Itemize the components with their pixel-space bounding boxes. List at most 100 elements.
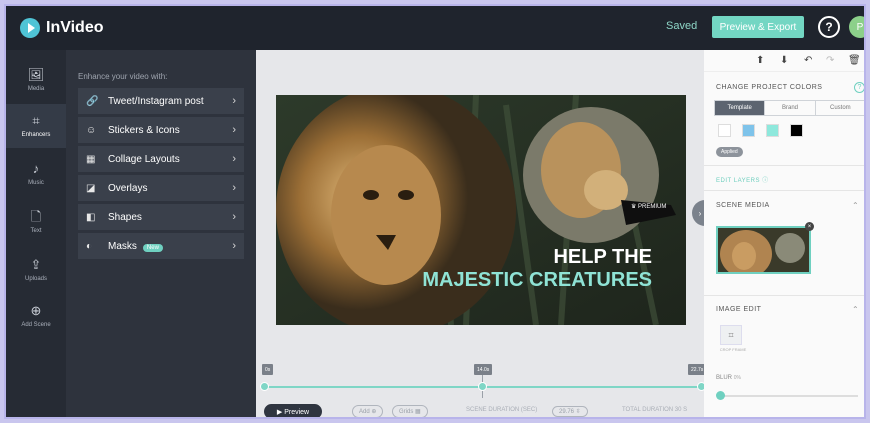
blur-slider-track[interactable]	[718, 395, 858, 397]
rail-media-label: Media	[27, 86, 45, 92]
app-name: InVideo	[46, 19, 104, 36]
applied-badge: Applied	[716, 147, 743, 157]
collage-icon: ▦	[86, 153, 96, 165]
rail-media[interactable]: 🖼 Media	[6, 58, 66, 102]
enhancer-stickers-icons[interactable]: ☺ Stickers & Icons ›	[78, 117, 244, 143]
enhancer-label: Overlays	[108, 182, 148, 194]
premium-badge: ♛ PREMIUM	[631, 204, 667, 210]
color-swatch-black[interactable]	[790, 124, 803, 137]
enhancers-icon: ⌗	[32, 113, 40, 128]
color-swatch-white[interactable]	[718, 124, 731, 137]
crop-icon[interactable]: ⌗	[720, 325, 742, 345]
enhancer-collage-layouts[interactable]: ▦ Collage Layouts ›	[78, 146, 244, 172]
edit-toolbar: ⬆ ⬇ ↶ ↷ 🗑	[704, 50, 864, 72]
layer-down-icon[interactable]: ⬇	[780, 55, 788, 66]
blur-label: BLUR 0%	[716, 375, 741, 381]
enhancer-label: Stickers & Icons	[108, 124, 180, 136]
enhancer-label: Tweet/Instagram post	[108, 95, 204, 107]
enhancer-overlays[interactable]: ◪ Overlays ›	[78, 175, 244, 201]
tab-template[interactable]: Template	[715, 101, 766, 115]
divider	[704, 165, 864, 166]
total-duration: TOTAL DURATION 30 S	[622, 407, 688, 413]
divider	[704, 190, 864, 191]
blur-value: 0%	[733, 375, 741, 381]
chevron-up-icon[interactable]: ⌃	[852, 305, 859, 314]
app-logo[interactable]: InVideo	[20, 18, 104, 38]
chevron-right-icon: ›	[232, 182, 236, 194]
scene-duration-label: SCENE DURATION (SEC)	[466, 407, 538, 413]
scene-duration-input[interactable]: 29.76 ⇳	[552, 406, 588, 417]
save-status: Saved	[666, 20, 698, 32]
app-window: InVideo Saved Preview & Export ? P 🖼 Med…	[4, 4, 866, 419]
add-button[interactable]: Add ⊕	[352, 405, 384, 417]
preview-export-button[interactable]: Preview & Export	[712, 16, 804, 38]
rail-music-label: Music	[28, 180, 44, 186]
preview-button[interactable]: ▶ Preview	[264, 404, 322, 417]
music-icon: ♪	[32, 161, 40, 176]
new-badge: New	[142, 243, 163, 252]
color-swatch-teal[interactable]	[766, 124, 779, 137]
link-icon: 🔗	[86, 95, 99, 107]
upload-icon: ⇪	[30, 257, 42, 272]
lion-thumbnail-image	[718, 228, 809, 272]
chevron-right-icon: ›	[232, 153, 236, 165]
chevron-up-icon[interactable]: ⌃	[852, 201, 859, 210]
crop-frame-label: CROP FRAME	[719, 347, 747, 352]
blur-slider-handle[interactable]	[716, 391, 725, 400]
layer-up-icon[interactable]: ⬆	[756, 55, 764, 66]
text-icon: 🗋	[30, 209, 42, 224]
tab-custom[interactable]: Custom	[816, 101, 864, 115]
remove-media-icon[interactable]: ×	[805, 222, 814, 231]
edit-layers-tabs[interactable]: EDIT LAYERS ⓘ	[716, 175, 769, 184]
mask-icon: ◐	[86, 240, 93, 252]
add-scene-icon: ⊕	[30, 303, 42, 318]
rail-uploads-label: Uploads	[24, 276, 47, 282]
chevron-right-icon: ›	[232, 211, 236, 223]
timeline-playhead[interactable]	[478, 382, 487, 391]
scene-headline-2[interactable]: MAJESTIC CREATURES	[422, 269, 652, 292]
redo-icon[interactable]: ↷	[826, 55, 834, 66]
delete-icon[interactable]: 🗑	[848, 55, 861, 66]
panel-heading: Enhance your video with:	[78, 72, 168, 81]
enhancer-shapes[interactable]: ◧ Shapes ›	[78, 204, 244, 230]
masks-label: Masks	[108, 240, 137, 252]
color-swatch-blue[interactable]	[742, 124, 755, 137]
info-icon[interactable]: ?	[854, 82, 864, 93]
left-rail: 🖼 Media ⌗ Enhancers ♪ Music 🗋 Text ⇪ Upl…	[6, 50, 66, 417]
stage-bottom-bar: ▶ Preview Add ⊕ Grids ▦ SCENE DURATION (…	[256, 402, 704, 417]
grids-button[interactable]: Grids ▦	[392, 405, 428, 417]
canvas-stage: ♛ PREMIUM HELP THE MAJESTIC CREATURES › …	[256, 50, 708, 417]
tab-brand[interactable]: Brand	[765, 101, 816, 115]
divider	[704, 295, 864, 296]
timeline-start-tag: 0s	[262, 364, 274, 375]
enhancer-masks[interactable]: ◐ Masks New ›	[78, 233, 244, 259]
timeline-start-handle[interactable]	[260, 382, 269, 391]
color-source-tabs: Template Brand Custom	[714, 100, 864, 116]
scene-headline-1[interactable]: HELP THE	[553, 246, 652, 269]
scene-media-thumbnail[interactable]	[716, 226, 811, 274]
enhancer-tweet-instagram[interactable]: 🔗 Tweet/Instagram post ›	[78, 88, 244, 114]
rail-music[interactable]: ♪ Music	[6, 152, 66, 196]
top-bar: InVideo Saved Preview & Export ? P	[6, 6, 864, 50]
rail-enhancers[interactable]: ⌗ Enhancers	[6, 104, 66, 148]
scene-media-title: SCENE MEDIA	[716, 202, 770, 209]
enhancer-label: Collage Layouts	[108, 153, 180, 165]
help-icon[interactable]: ?	[818, 16, 840, 38]
chevron-right-icon: ›	[232, 95, 236, 107]
timeline-mid-tag: 14.0s	[474, 364, 493, 375]
rail-text-label: Text	[30, 228, 42, 234]
chevron-right-icon: ›	[232, 240, 236, 252]
rail-add-scene[interactable]: ⊕ Add Scene	[6, 294, 66, 338]
scene-canvas[interactable]: ♛ PREMIUM HELP THE MAJESTIC CREATURES	[276, 95, 686, 325]
avatar[interactable]: P	[849, 16, 864, 38]
undo-icon[interactable]: ↶	[804, 55, 812, 66]
properties-panel: ⬆ ⬇ ↶ ↷ 🗑 CHANGE PROJECT COLORS ? Templa…	[704, 50, 864, 417]
rail-uploads[interactable]: ⇪ Uploads	[6, 248, 66, 292]
chevron-right-icon: ›	[232, 124, 236, 136]
rail-add-scene-label: Add Scene	[21, 322, 51, 328]
enhancer-label: Masks New	[108, 241, 232, 252]
media-icon: 🖼	[27, 67, 45, 82]
shapes-icon: ◧	[86, 211, 96, 223]
rail-text[interactable]: 🗋 Text	[6, 200, 66, 244]
rail-enhancers-label: Enhancers	[21, 132, 51, 138]
